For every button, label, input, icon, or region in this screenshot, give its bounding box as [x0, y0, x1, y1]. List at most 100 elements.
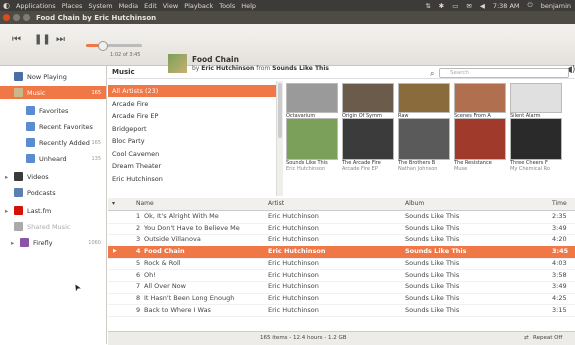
sidebar-item-now-playing[interactable]: Now Playing	[0, 70, 106, 83]
table-row[interactable]: 5 Rock & Roll Eric Hutchinson Sounds Like T…	[108, 258, 575, 271]
album-art[interactable]	[454, 83, 506, 113]
sidebar-item-podcasts[interactable]: Podcasts	[0, 186, 106, 199]
seek-slider[interactable]	[86, 41, 142, 51]
expander-icon[interactable]: ▸	[11, 239, 14, 247]
album-art[interactable]	[454, 118, 506, 160]
scroll-thumb[interactable]	[278, 83, 282, 138]
power-icon[interactable]: ⏻	[528, 1, 533, 10]
sidebar-item-label: Favorites	[39, 106, 69, 115]
album-tile[interactable]: Three Cheers F My Chemical Ro	[510, 118, 562, 172]
source-icon	[14, 72, 23, 81]
close-button[interactable]	[3, 14, 10, 21]
sidebar-item-firefly[interactable]: ▸ Firefly 1060	[0, 236, 106, 249]
sort-chevron-icon[interactable]: ▾	[112, 198, 115, 210]
pause-icon[interactable]: ❚❚	[34, 34, 51, 45]
repeat-button[interactable]: Repeat Off	[533, 335, 562, 341]
artist-list-item[interactable]: Cool Cavemen	[108, 148, 276, 160]
album-art[interactable]	[342, 118, 394, 160]
menu-applications[interactable]: Applications	[16, 2, 56, 10]
column-name[interactable]: Name	[136, 198, 154, 210]
artist-scrollbar[interactable]	[276, 81, 283, 196]
track-num: 5	[136, 258, 141, 267]
album-grid: OctavariumDream TheaterOrigin Of SymmMus…	[286, 81, 575, 196]
album-art[interactable]	[510, 118, 562, 160]
table-row[interactable]: 3 Outside Villanova Eric Hutchinson Sounds …	[108, 234, 575, 247]
sidebar-item-music[interactable]: Music 165	[0, 86, 106, 99]
item-count: 1060	[88, 239, 101, 246]
network-icon[interactable]: ⇅	[425, 2, 430, 10]
sidebar-item-unheard[interactable]: Unheard 135	[0, 152, 106, 165]
column-artist[interactable]: Artist	[268, 198, 284, 210]
table-row[interactable]: 7 All Over Now Eric Hutchinson Sounds Like …	[108, 281, 575, 294]
search-input[interactable]: Search	[439, 68, 569, 78]
menu-system[interactable]: System	[88, 2, 112, 10]
expander-icon[interactable]: ▸	[5, 173, 8, 181]
sidebar-item-label: Shared Music	[27, 222, 71, 231]
menu-view[interactable]: View	[163, 2, 178, 10]
table-row[interactable]: 9 Back to Where I Was Eric Hutchinson Sound…	[108, 305, 575, 318]
sidebar-item-videos[interactable]: ▸ Videos	[0, 170, 106, 183]
album-art[interactable]	[286, 83, 338, 113]
album-art[interactable]	[510, 83, 562, 113]
artist-list-item[interactable]: Bridgeport	[108, 123, 276, 135]
track-name: Rock & Roll	[144, 258, 181, 267]
source-icon	[26, 138, 35, 147]
album-art[interactable]	[286, 118, 338, 160]
album-artist: Muse	[454, 166, 468, 172]
artist-list-item[interactable]: Bloc Party	[108, 135, 276, 147]
menu-edit[interactable]: Edit	[144, 2, 157, 10]
album-tile[interactable]: The Brothers B Nathan Johnson	[398, 118, 450, 172]
artist-list-item[interactable]: Arcade Fire	[108, 98, 276, 110]
repeat-icon[interactable]: ⇄	[524, 335, 529, 341]
maximize-button[interactable]	[23, 14, 30, 21]
bluetooth-icon[interactable]: ✱	[439, 2, 444, 10]
column-time[interactable]: Time	[552, 198, 567, 210]
table-row[interactable]: 8 It Hasn't Been Long Enough Eric Hutchins…	[108, 293, 575, 306]
table-row[interactable]: 2 You Don't Have to Believe Me Eric Hutchi…	[108, 223, 575, 236]
menu-tools[interactable]: Tools	[219, 2, 235, 10]
expander-icon[interactable]: ▸	[5, 207, 8, 215]
sidebar-item-shared-music[interactable]: Shared Music	[0, 220, 106, 233]
artist-list-item[interactable]: All Artists (23)	[108, 85, 276, 97]
track-name: Food Chain	[144, 247, 185, 256]
player-toolbar: ⏮ ❚❚ ⏭ 1:02 of 3:45 Food Chain by Eric H…	[0, 24, 575, 75]
table-row[interactable]: 6 Oh! Eric Hutchinson Sounds Like This 3:58	[108, 270, 575, 282]
track-album: Sounds Like This	[405, 305, 460, 314]
battery-icon[interactable]: ▭	[452, 2, 458, 10]
seek-handle[interactable]	[97, 41, 108, 51]
track-album: Sounds Like This	[405, 282, 460, 291]
window-title: Food Chain by Eric Hutchinson	[36, 13, 157, 22]
previous-icon[interactable]: ⏮	[12, 34, 21, 45]
album-tile[interactable]: The Resistance Muse	[454, 118, 506, 172]
volume-icon[interactable]: ◀	[480, 2, 485, 10]
album-tile[interactable]: The Arcade Fire Arcade Fire EP	[342, 118, 394, 172]
menu-help[interactable]: Help	[241, 2, 256, 10]
column-album[interactable]: Album	[405, 198, 424, 210]
artist-list-item[interactable]: Eric Hutchinson	[108, 173, 276, 185]
sidebar-item-favorites[interactable]: Favorites	[0, 104, 106, 117]
ubuntu-logo-icon[interactable]: ◐	[3, 1, 10, 10]
album-art[interactable]	[342, 83, 394, 113]
next-icon[interactable]: ⏭	[56, 34, 65, 45]
table-row[interactable]: 1 Ok, It's Alright With Me Eric Hutchinson…	[108, 211, 575, 224]
menu-media[interactable]: Media	[119, 2, 139, 10]
user-name[interactable]: benjamin	[541, 2, 571, 10]
track-num: 6	[136, 270, 141, 279]
track-time: 3:49	[552, 223, 567, 232]
album-art[interactable]	[398, 83, 450, 113]
menu-places[interactable]: Places	[62, 2, 83, 10]
menu-playback[interactable]: Playback	[184, 2, 213, 10]
clock[interactable]: 7:38 AM	[493, 2, 520, 10]
window-titlebar[interactable]: Food Chain by Eric Hutchinson	[0, 11, 575, 24]
album-art[interactable]	[398, 118, 450, 160]
minimize-button[interactable]	[13, 14, 20, 21]
sidebar-item-recently-added[interactable]: Recently Added 165	[0, 136, 106, 149]
sidebar-item-recent-favorites[interactable]: Recent Favorites	[0, 120, 106, 133]
table-row[interactable]: ▶ 4 Food Chain Eric Hutchinson Sounds Like T…	[108, 246, 575, 259]
artist-list-item[interactable]: Arcade Fire EP	[108, 110, 276, 122]
artist-list-item[interactable]: Dream Theater	[108, 160, 276, 172]
sidebar-item-last-fm[interactable]: ▸ Last.fm	[0, 204, 106, 217]
album-tile[interactable]: Sounds Like This Eric Hutchinson	[286, 118, 338, 172]
chat-icon[interactable]: ✉	[466, 2, 471, 10]
track-artist: Eric Hutchinson	[268, 282, 319, 291]
